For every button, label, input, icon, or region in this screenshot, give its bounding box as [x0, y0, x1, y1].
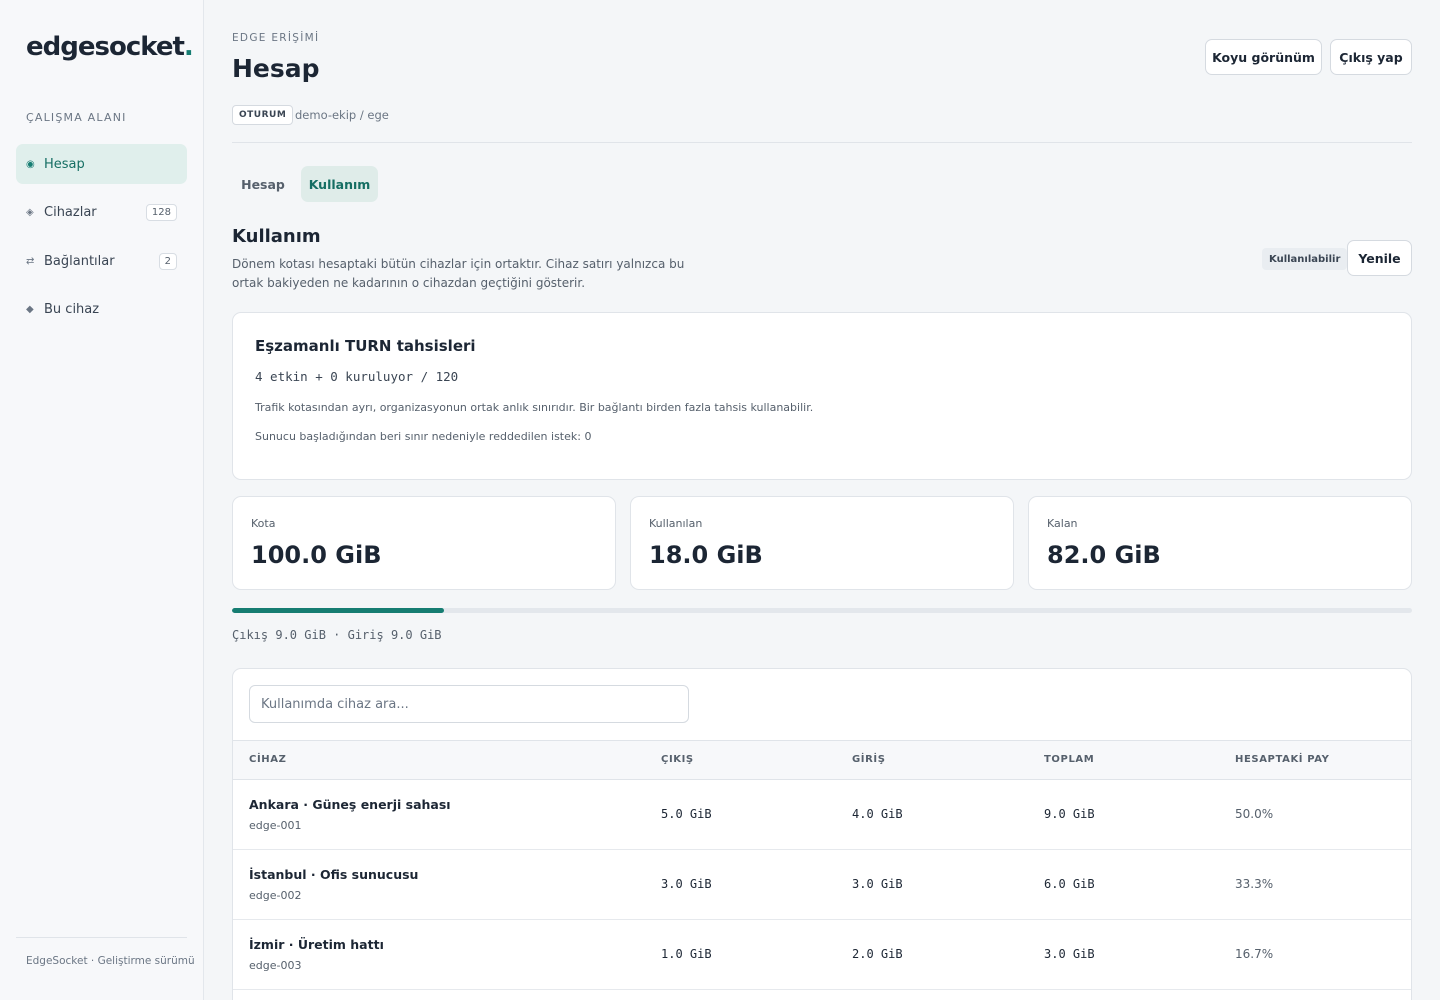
- cell-out: 3.0 GiB: [661, 877, 712, 891]
- stat-label: Kota: [251, 517, 276, 530]
- column-header-in: GİRİŞ: [852, 754, 886, 765]
- sidebar-item-connections[interactable]: ⇄ Bağlantılar 2: [16, 241, 187, 281]
- main-content: EDGE ERİŞİMİ Hesap Koyu görünüm Çıkış ya…: [232, 0, 1412, 1000]
- cell-in: 4.0 GiB: [852, 807, 903, 821]
- cell-total: 3.0 GiB: [1044, 947, 1095, 961]
- target-icon: ◉: [26, 158, 35, 170]
- sidebar-divider: [16, 937, 187, 938]
- stat-label: Kullanılan: [649, 517, 703, 530]
- sidebar-item-devices[interactable]: ◈ Cihazlar 128: [16, 192, 187, 232]
- page-title: Hesap: [232, 54, 320, 83]
- column-header-device: CİHAZ: [249, 754, 287, 765]
- page-eyebrow: EDGE ERİŞİMİ: [232, 32, 320, 44]
- device-search-input[interactable]: [249, 685, 689, 723]
- cell-out: 1.0 GiB: [661, 947, 712, 961]
- turn-allocations-card: Eşzamanlı TURN tahsisleri 4 etkin + 0 ku…: [232, 312, 1412, 480]
- cell-share: 33.3%: [1235, 877, 1274, 891]
- device-id: edge-003: [249, 959, 302, 972]
- connections-count-badge: 2: [158, 252, 177, 270]
- diamond-outline-icon: ◈: [26, 206, 34, 218]
- logo-dot: .: [183, 32, 194, 62]
- sidebar-item-label: Hesap: [44, 156, 85, 172]
- header-divider: [232, 142, 1412, 143]
- stat-label: Kalan: [1047, 517, 1078, 530]
- tab-usage[interactable]: Kullanım: [301, 166, 378, 202]
- stat-card-used: Kullanılan 18.0 GiB: [630, 496, 1014, 590]
- turn-summary: 4 etkin + 0 kuruluyor / 120: [255, 369, 459, 384]
- column-header-total: TOPLAM: [1044, 754, 1095, 765]
- device-id: edge-002: [249, 889, 302, 902]
- sidebar-item-label: Bağlantılar: [44, 253, 115, 269]
- dark-mode-button[interactable]: Koyu görünüm: [1205, 39, 1322, 75]
- cell-total: 6.0 GiB: [1044, 877, 1095, 891]
- session-tag: OTURUM: [232, 105, 294, 125]
- table-row[interactable]: Ankara · Güneş enerji sahası edge-001 5.…: [233, 780, 1411, 850]
- devices-count-badge: 128: [145, 203, 177, 221]
- quota-progress-fill: [232, 608, 445, 613]
- cell-in: 3.0 GiB: [852, 877, 903, 891]
- logo[interactable]: edgesocket.: [26, 32, 194, 62]
- turn-title: Eşzamanlı TURN tahsisleri: [255, 337, 476, 355]
- device-id: edge-001: [249, 819, 302, 832]
- table-header: CİHAZ ÇIKIŞ GİRİŞ TOPLAM HESAPTAKİ PAY: [233, 740, 1411, 780]
- logo-text: edgesocket: [26, 32, 185, 62]
- stat-value: 82.0 GiB: [1047, 541, 1161, 569]
- sidebar-footer: EdgeSocket · Geliştirme sürümü: [26, 955, 195, 967]
- sidebar-item-label: Cihazlar: [44, 204, 97, 220]
- table-row[interactable]: İzmir · Üretim hattı edge-003 1.0 GiB 2.…: [233, 920, 1411, 990]
- device-name: İstanbul · Ofis sunucusu: [249, 867, 419, 882]
- swap-arrows-icon: ⇄: [26, 255, 35, 267]
- device-name: Ankara · Güneş enerji sahası: [249, 797, 451, 812]
- device-name: İzmir · Üretim hattı: [249, 937, 384, 952]
- traffic-summary: Çıkış 9.0 GiB · Giriş 9.0 GiB: [232, 628, 442, 642]
- column-header-share: HESAPTAKİ PAY: [1235, 754, 1330, 765]
- sidebar: edgesocket. ÇALIŞMA ALANI ◉ Hesap ◈ Ciha…: [0, 0, 204, 1000]
- stat-card-remaining: Kalan 82.0 GiB: [1028, 496, 1412, 590]
- turn-rejected-count: Sunucu başladığından beri sınır nedeniyl…: [255, 430, 592, 443]
- cell-total: 9.0 GiB: [1044, 807, 1095, 821]
- sidebar-heading: ÇALIŞMA ALANI: [26, 111, 127, 124]
- sidebar-item-label: Bu cihaz: [44, 301, 100, 317]
- table-row[interactable]: İstanbul · Ofis sunucusu edge-002 3.0 Gi…: [233, 850, 1411, 920]
- column-header-out: ÇIKIŞ: [661, 754, 694, 765]
- cell-out: 5.0 GiB: [661, 807, 712, 821]
- sidebar-item-this-device[interactable]: ◆ Bu cihaz: [16, 289, 187, 329]
- sidebar-item-account[interactable]: ◉ Hesap: [16, 144, 187, 184]
- session-path: demo-ekip / ege: [295, 108, 389, 122]
- status-badge: Kullanılabilir: [1262, 248, 1348, 270]
- refresh-button[interactable]: Yenile: [1347, 240, 1412, 276]
- tab-account[interactable]: Hesap: [232, 166, 294, 202]
- cell-share: 50.0%: [1235, 807, 1274, 821]
- quota-progress-bar: [232, 608, 1412, 613]
- diamond-icon: ◆: [26, 303, 34, 315]
- stat-card-quota: Kota 100.0 GiB: [232, 496, 616, 590]
- cell-share: 16.7%: [1235, 947, 1274, 961]
- section-description: Dönem kotası hesaptaki bütün cihazlar iç…: [232, 257, 685, 290]
- stat-value: 100.0 GiB: [251, 541, 382, 569]
- stat-value: 18.0 GiB: [649, 541, 763, 569]
- cell-in: 2.0 GiB: [852, 947, 903, 961]
- turn-note: Trafik kotasından ayrı, organizasyonun o…: [255, 401, 814, 414]
- logout-button[interactable]: Çıkış yap: [1330, 39, 1412, 75]
- usage-table-card: CİHAZ ÇIKIŞ GİRİŞ TOPLAM HESAPTAKİ PAY A…: [232, 668, 1412, 1000]
- section-title: Kullanım: [232, 226, 321, 247]
